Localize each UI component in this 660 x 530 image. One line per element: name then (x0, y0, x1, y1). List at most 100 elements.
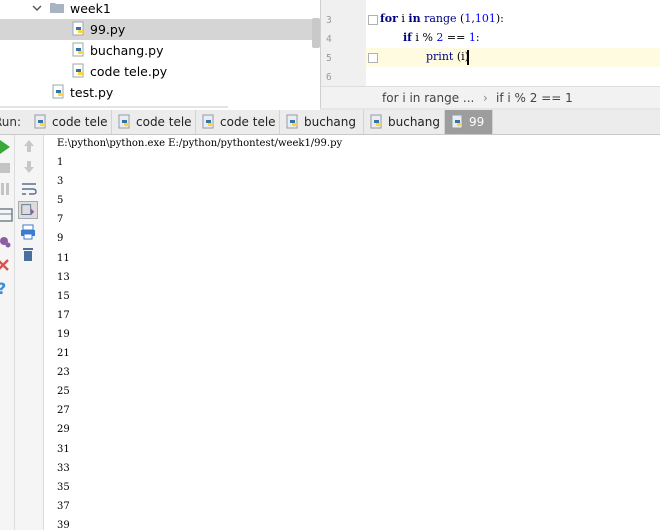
fold-marker-icon[interactable] (368, 15, 378, 25)
layout-icon[interactable] (0, 206, 14, 224)
tab-label: code tele (220, 115, 276, 129)
python-file-icon (72, 42, 84, 57)
code-token: for (380, 12, 398, 25)
console-line: 39 (57, 519, 70, 530)
console-line: 17 (57, 309, 70, 321)
console-line: 21 (57, 348, 70, 359)
console-line: 11 (57, 252, 70, 264)
svg-text:?: ? (0, 279, 6, 297)
text-caret (467, 50, 469, 65)
line-number: 6 (326, 72, 332, 83)
tree-file-label: test.py (70, 85, 114, 100)
code-token: == (443, 31, 469, 44)
run-actions-toolbar: ? (0, 135, 15, 530)
python-run-icon (34, 114, 46, 129)
run-tab-code-tele[interactable]: code tele (28, 110, 112, 134)
code-token: range (420, 12, 461, 25)
console-line: 13 (57, 271, 70, 283)
console-line: 35 (57, 481, 70, 493)
code-token: in (408, 12, 421, 25)
tree-file-test[interactable]: test.py (0, 82, 320, 103)
console-line: 19 (57, 328, 70, 340)
tree-file-label: code tele.py (90, 64, 168, 79)
code-line[interactable]: for i in range (1,101): (380, 12, 504, 31)
console-line: 3 (57, 176, 64, 188)
tab-label: buchang (388, 115, 441, 129)
console-line: 29 (57, 424, 70, 436)
tab-label: 99 (469, 115, 485, 129)
settings-icon[interactable] (0, 233, 14, 251)
chevron-down-icon[interactable] (30, 1, 44, 15)
line-number: 4 (326, 34, 332, 45)
console-line: 9 (57, 233, 64, 245)
python-run-icon (118, 114, 130, 129)
code-line[interactable]: print (i) (426, 50, 469, 69)
tree-file-99[interactable]: 99.py (0, 19, 320, 40)
code-token: i (411, 31, 423, 44)
tree-folder-week1[interactable]: week1 (0, 0, 320, 19)
code-token: if (403, 31, 412, 44)
scroll-up-icon[interactable] (19, 137, 39, 155)
stop-icon[interactable] (0, 159, 16, 177)
project-tree: week1 99.py buchang.py code tele.py test… (0, 0, 320, 108)
console-line: 1 (57, 157, 64, 168)
line-number: 5 (326, 53, 332, 64)
console-line: 33 (57, 462, 70, 474)
help-icon[interactable]: ? (0, 279, 14, 297)
console-line: 7 (57, 214, 64, 226)
run-tab-code-tele[interactable]: code tele (112, 110, 196, 134)
code-token: % (422, 31, 437, 44)
tree-file-buchang[interactable]: buchang.py (0, 40, 320, 61)
pause-icon[interactable] (0, 180, 16, 198)
console-line: 31 (57, 443, 70, 455)
code-token: 1 (468, 31, 476, 44)
tree-folder-label: week1 (70, 1, 111, 16)
fold-marker-icon[interactable] (368, 53, 378, 63)
console-output[interactable]: E:\python\python.exe E:/python/pythontes… (44, 135, 660, 530)
python-run-icon (451, 114, 463, 129)
run-tab-99[interactable]: 99 (445, 110, 493, 134)
line-number: 3 (326, 15, 332, 26)
print-icon[interactable] (19, 223, 39, 241)
run-tab-buchang[interactable]: buchang (280, 110, 364, 134)
breadcrumb-separator-icon: › (483, 91, 488, 105)
python-file-icon (72, 21, 84, 36)
console-line: 5 (57, 195, 64, 207)
soft-wrap-icon[interactable] (19, 180, 39, 198)
editor-breadcrumb: for i in range ... › if i % 2 == 1 (321, 86, 660, 109)
tree-file-label: buchang.py (90, 43, 164, 58)
scroll-down-icon[interactable] (19, 158, 39, 176)
run-label: Run: (0, 115, 22, 129)
console-line: 37 (57, 500, 70, 512)
python-file-icon (72, 63, 84, 78)
tab-label: code tele (52, 115, 108, 129)
console-toolbar (15, 135, 44, 530)
python-file-icon (52, 84, 64, 99)
python-run-icon (202, 114, 214, 129)
run-tab-bar: Run: code tele code tele code tele bucha… (0, 110, 660, 135)
tab-label: code tele (136, 115, 192, 129)
tree-divider (0, 106, 228, 108)
scroll-to-end-icon[interactable] (18, 201, 38, 219)
tree-file-label: 99.py (90, 22, 126, 37)
python-run-icon (286, 114, 298, 129)
code-token: ): (495, 12, 504, 25)
tree-scrollbar[interactable] (312, 18, 320, 48)
code-token: i (397, 12, 409, 25)
console-line: 27 (57, 405, 70, 417)
current-line-highlight (366, 48, 660, 67)
close-icon[interactable] (0, 257, 14, 275)
console-line: 15 (57, 290, 70, 302)
console-line: 23 (57, 367, 70, 379)
run-tab-code-tele[interactable]: code tele (196, 110, 280, 134)
python-run-icon (370, 114, 382, 129)
breadcrumb-item[interactable]: if i % 2 == 1 (496, 91, 573, 105)
tree-file-code-tele[interactable]: code tele.py (0, 61, 320, 82)
trash-icon[interactable] (19, 245, 39, 263)
code-token: : (475, 31, 480, 44)
code-line[interactable]: if i % 2 == 1: (403, 31, 480, 50)
run-tab-buchang[interactable]: buchang (364, 110, 445, 134)
breadcrumb-item[interactable]: for i in range ... (382, 91, 474, 105)
folder-icon (50, 3, 64, 13)
code-token: print (426, 50, 454, 63)
